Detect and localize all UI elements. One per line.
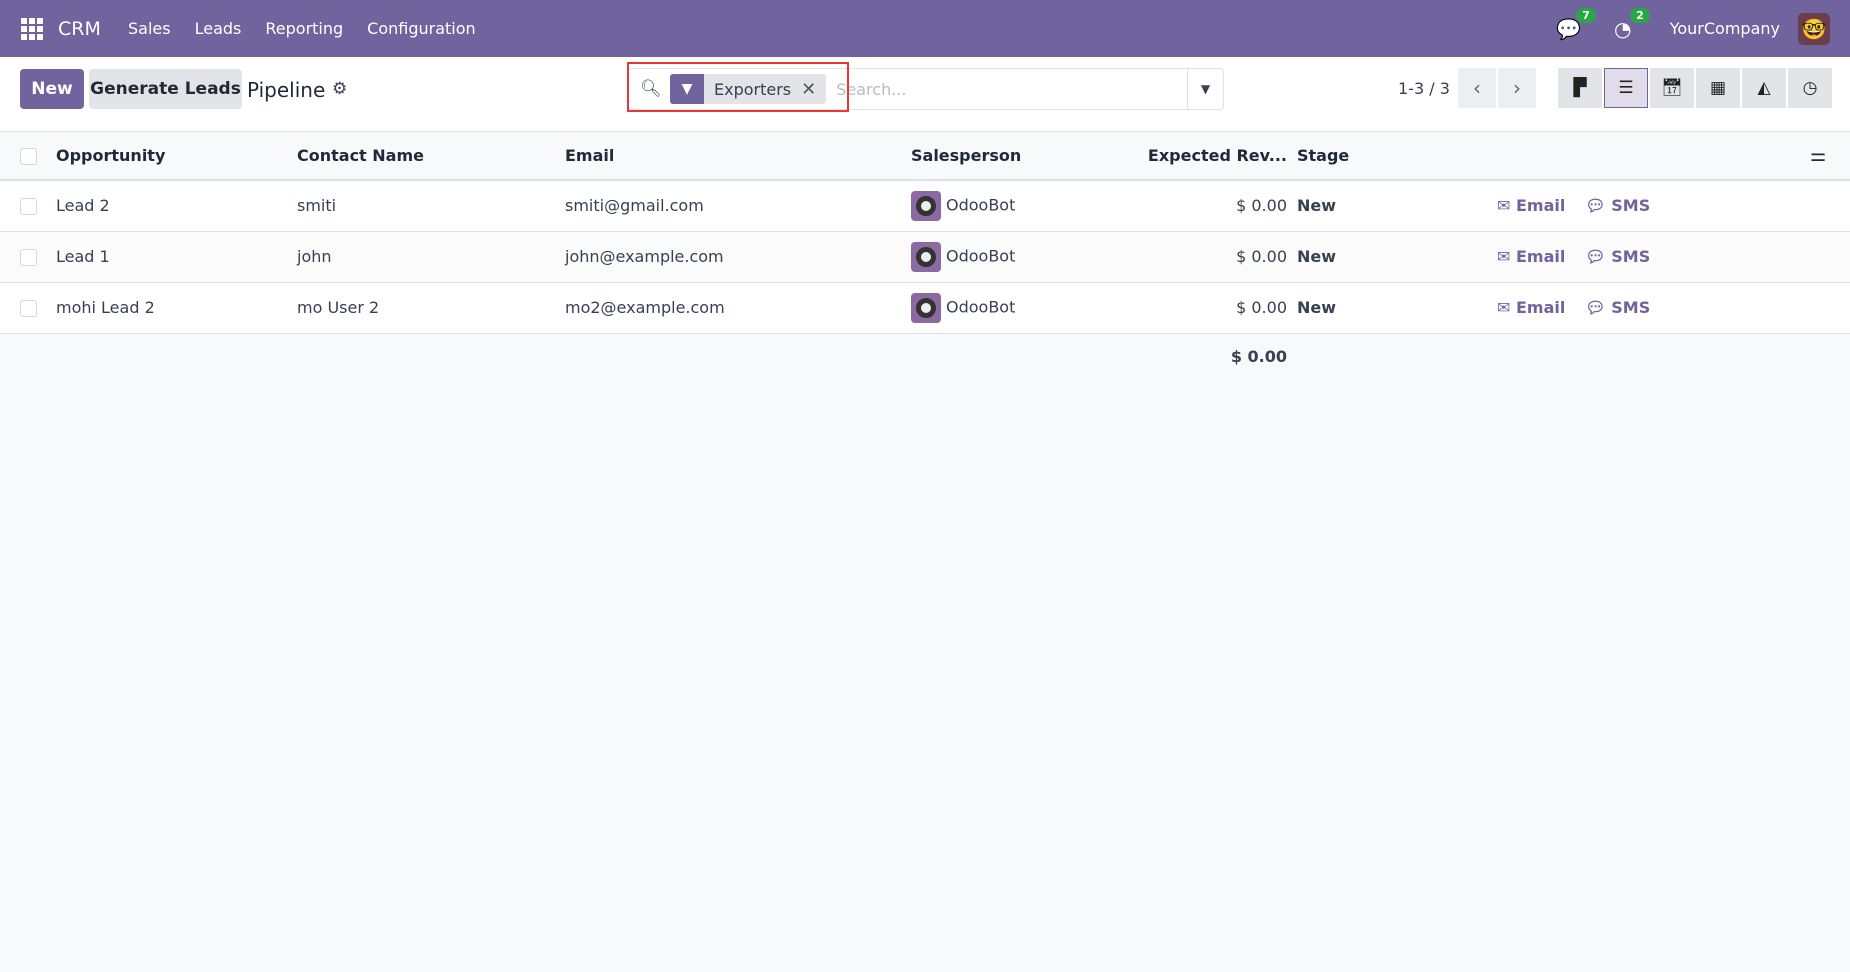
pager-previous-button[interactable]: ‹ — [1458, 68, 1496, 108]
generate-leads-button[interactable]: Generate Leads — [89, 69, 242, 109]
gear-icon[interactable]: ⚙ — [332, 79, 347, 99]
list-view-button[interactable]: ☰ — [1604, 68, 1648, 108]
sms-action-button[interactable]: 💬︎ SMS — [1585, 247, 1650, 266]
revenue-cell: $ 0.00 — [1061, 231, 1297, 283]
table-row[interactable]: Lead 1 john john@example.com OdooBot $ 0… — [0, 231, 1850, 283]
stage-cell: New — [1297, 231, 1444, 283]
row-checkbox[interactable] — [20, 198, 37, 216]
header-salesperson[interactable]: Salesperson — [911, 132, 1061, 181]
app-name[interactable]: CRM — [58, 18, 101, 40]
contact-cell[interactable]: john — [297, 231, 565, 283]
app-menu-icon[interactable] — [21, 18, 43, 40]
opportunity-cell[interactable]: Lead 2 — [56, 180, 297, 232]
pivot-view-button[interactable]: ▦ — [1696, 68, 1740, 108]
control-panel: New Generate Leads Pipeline ⚙ 🔍︎ ▼ Expor… — [0, 57, 1850, 132]
contact-cell[interactable]: mo User 2 — [297, 282, 565, 334]
new-button[interactable]: New — [20, 69, 84, 109]
menu-sales[interactable]: Sales — [128, 19, 171, 38]
pager-value[interactable]: 1-3 / 3 — [1398, 79, 1450, 98]
odoobot-avatar — [911, 190, 941, 221]
sms-action-button[interactable]: 💬︎ SMS — [1585, 298, 1650, 317]
column-settings-icon[interactable]: ⚌ — [1810, 132, 1850, 181]
revenue-total: $ 0.00 — [1061, 333, 1297, 379]
select-all-checkbox[interactable] — [20, 148, 37, 165]
header-email[interactable]: Email — [565, 132, 911, 181]
user-avatar[interactable]: 🤓 — [1798, 12, 1830, 45]
table-row[interactable]: Lead 2 smiti smiti@gmail.com OdooBot $ 0… — [0, 180, 1850, 232]
activities-icon[interactable]: ◔ 2 — [1608, 7, 1650, 44]
comments-icon: 💬︎ — [1585, 247, 1606, 266]
salesperson-cell[interactable]: OdooBot — [911, 180, 1061, 232]
company-switcher[interactable]: YourCompany — [1670, 19, 1780, 38]
salesperson-cell[interactable]: OdooBot — [911, 282, 1061, 334]
opportunity-cell[interactable]: mohi Lead 2 — [56, 282, 297, 334]
graph-view-button[interactable]: ◭ — [1742, 68, 1786, 108]
search-options-toggle[interactable]: ▼ — [1187, 69, 1223, 109]
header-stage[interactable]: Stage — [1297, 132, 1444, 181]
menu-reporting[interactable]: Reporting — [265, 19, 343, 38]
header-contact[interactable]: Contact Name — [297, 132, 565, 181]
menu-leads[interactable]: Leads — [195, 19, 242, 38]
search-bar: 🔍︎ ▼ Exporters ✕ ▼ — [627, 68, 1224, 110]
search-input[interactable] — [836, 79, 1187, 99]
salesperson-name: OdooBot — [946, 246, 1016, 265]
opportunity-cell[interactable]: Lead 1 — [56, 231, 297, 283]
odoobot-avatar — [911, 241, 941, 272]
email-action-button[interactable]: ✉ Email — [1497, 298, 1565, 317]
salesperson-name: OdooBot — [946, 297, 1016, 316]
odoobot-avatar — [911, 292, 941, 323]
header-opportunity[interactable]: Opportunity — [56, 132, 297, 181]
contact-cell[interactable]: smiti — [297, 180, 565, 232]
messages-badge: 7 — [1576, 7, 1596, 23]
top-navbar: CRM Sales Leads Reporting Configuration … — [0, 0, 1850, 57]
close-icon[interactable]: ✕ — [801, 79, 826, 100]
pager-next-button[interactable]: › — [1498, 68, 1536, 108]
sms-action-button[interactable]: 💬︎ SMS — [1585, 196, 1650, 215]
email-cell[interactable]: mo2@example.com — [565, 282, 911, 334]
facet-label: Exporters — [714, 79, 792, 99]
leads-table: Opportunity Contact Name Email Salespers… — [0, 132, 1850, 379]
filter-icon: ▼ — [670, 74, 704, 104]
stage-cell: New — [1297, 282, 1444, 334]
filter-facet: ▼ Exporters ✕ — [670, 74, 827, 104]
activity-view-button[interactable]: ◷ — [1788, 68, 1832, 108]
salesperson-name: OdooBot — [946, 195, 1016, 215]
menu-configuration[interactable]: Configuration — [367, 19, 476, 38]
table-row[interactable]: mohi Lead 2 mo User 2 mo2@example.com Od… — [0, 282, 1850, 334]
row-checkbox[interactable] — [20, 300, 37, 317]
envelope-icon: ✉ — [1497, 298, 1511, 317]
comments-icon: 💬︎ — [1585, 196, 1606, 216]
revenue-cell: $ 0.00 — [1061, 180, 1297, 232]
envelope-icon: ✉ — [1497, 247, 1511, 266]
email-action-button[interactable]: ✉ Email — [1497, 247, 1565, 266]
email-cell[interactable]: smiti@gmail.com — [565, 180, 911, 232]
page-title: Pipeline — [247, 78, 326, 102]
caret-down-icon: ▼ — [1200, 82, 1211, 96]
calendar-view-button[interactable]: 📅︎ — [1650, 68, 1694, 108]
messages-icon[interactable]: 💬 7 — [1554, 7, 1596, 44]
comments-icon: 💬︎ — [1585, 298, 1606, 317]
search-icon[interactable]: 🔍︎ — [640, 79, 662, 99]
revenue-cell: $ 0.00 — [1061, 282, 1297, 334]
email-cell[interactable]: john@example.com — [565, 231, 911, 283]
email-action-button[interactable]: ✉ Email — [1497, 196, 1565, 215]
envelope-icon: ✉ — [1497, 196, 1511, 216]
header-expected-revenue[interactable]: Expected Rev... — [1061, 132, 1297, 181]
activities-badge: 2 — [1630, 7, 1650, 23]
kanban-view-button[interactable]: ▛ — [1558, 68, 1602, 108]
row-checkbox[interactable] — [20, 249, 37, 266]
stage-cell: New — [1297, 180, 1444, 232]
salesperson-cell[interactable]: OdooBot — [911, 231, 1061, 283]
